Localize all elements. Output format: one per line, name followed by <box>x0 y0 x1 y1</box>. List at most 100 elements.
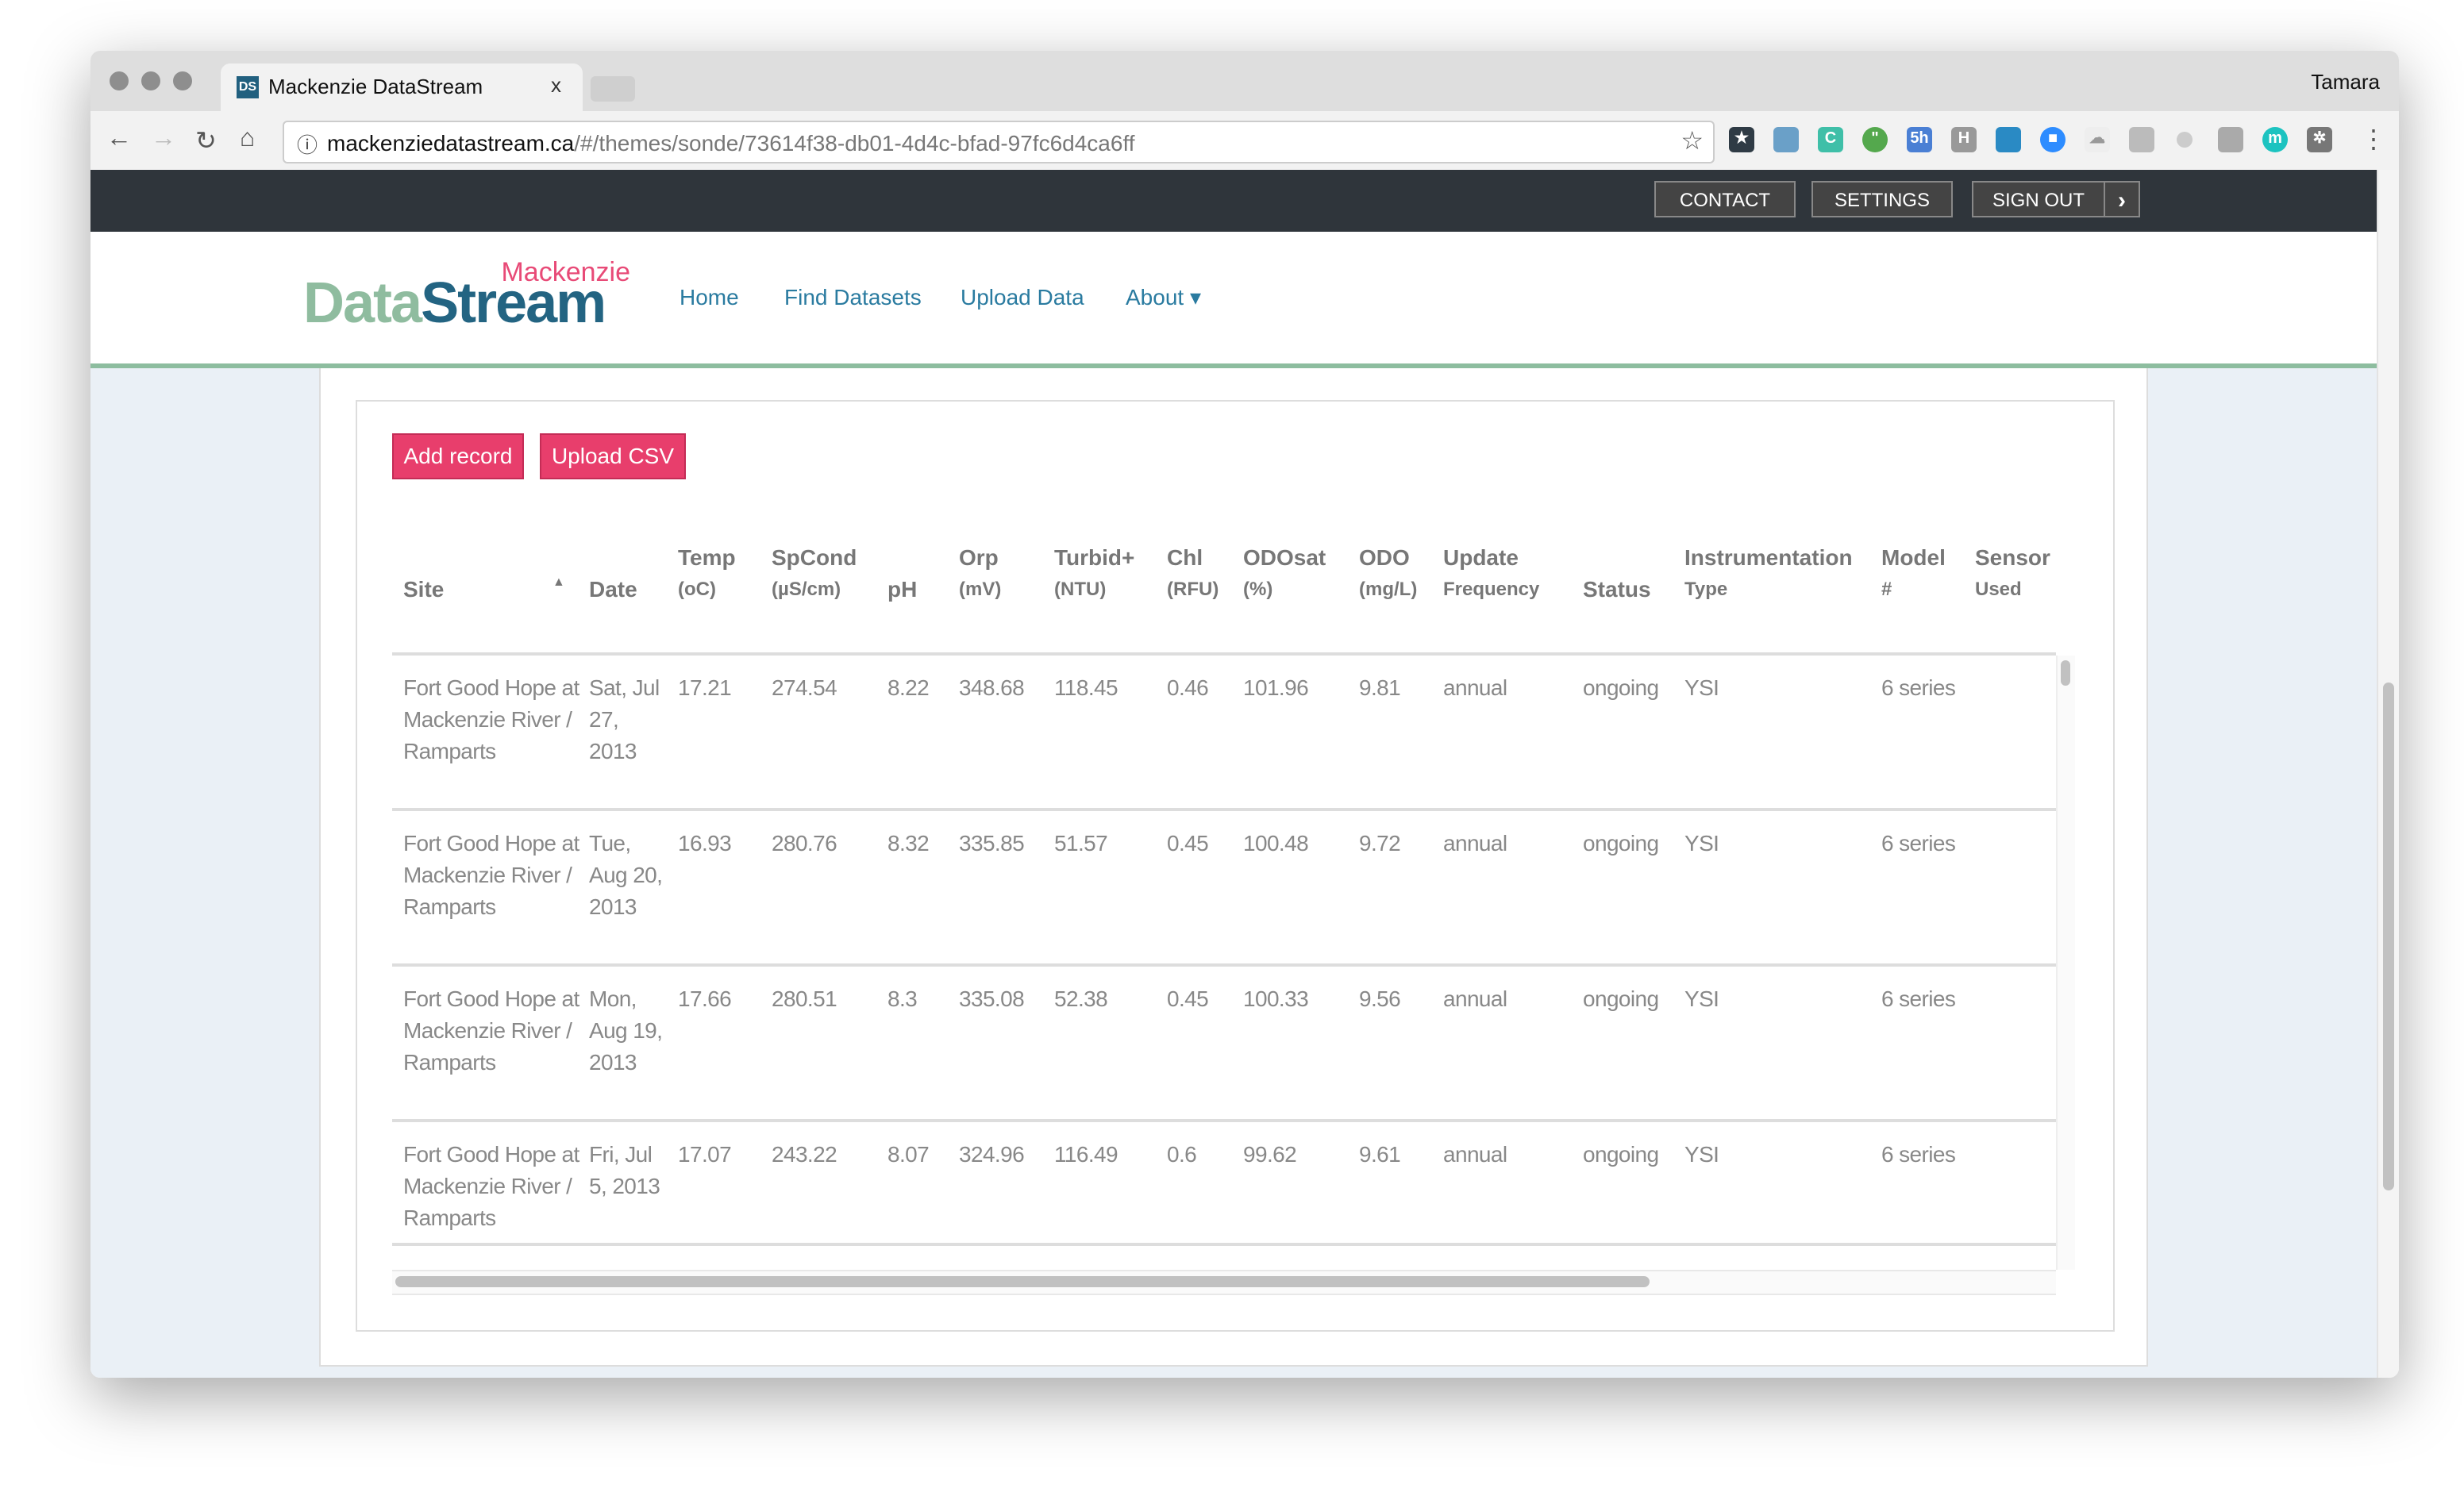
column-header-site[interactable]: Site <box>403 541 444 605</box>
address-bar[interactable]: ⓘ mackenziedatastream.ca/#/themes/sonde/… <box>283 121 1715 163</box>
page-scrollbar[interactable] <box>2377 170 2399 1378</box>
column-header-ph[interactable]: pH <box>887 541 917 605</box>
cell-ph: 8.07 <box>887 1141 930 1167</box>
header-line-1: ODOsat <box>1243 544 1326 570</box>
trello-icon[interactable] <box>1996 127 2021 152</box>
bookmark-star-icon[interactable]: ☆ <box>1681 125 1704 157</box>
cell-type: YSI <box>1684 1262 1878 1270</box>
table-vertical-scrollbar[interactable] <box>2056 656 2075 1270</box>
column-header-mg-l[interactable]: ODO (mg/L) <box>1359 541 1417 605</box>
cell-date: Mon, Aug 19, 2013 <box>589 986 663 1075</box>
table-row[interactable]: Fort Good Hope at Mackenzie River / Ramp… <box>392 1246 2056 1270</box>
header-line-1: Instrumentation <box>1684 544 1853 570</box>
home-icon[interactable]: ⌂ <box>240 125 255 154</box>
column-header-used[interactable]: Sensor Used <box>1975 541 2050 605</box>
cell-oc: 17.07 <box>678 1141 732 1167</box>
cell-type: YSI <box>1684 986 1719 1011</box>
cell-status: ongoing <box>1583 675 1659 700</box>
column-header-[interactable]: ODOsat (%) <box>1243 541 1326 605</box>
table-body: Fort Good Hope at Mackenzie River / Ramp… <box>392 656 2056 1270</box>
datastream-logo[interactable]: Mackenzie DataStream <box>303 257 630 336</box>
profile-name[interactable]: Tamara <box>2311 70 2380 94</box>
column-header-rfu[interactable]: Chl (RFU) <box>1167 541 1219 605</box>
hubspot-icon[interactable]: ✲ <box>2307 127 2332 152</box>
forward-icon[interactable]: → <box>151 125 176 154</box>
column-header-[interactable]: Model # <box>1881 541 1946 605</box>
h-extension-icon[interactable]: H <box>1951 127 1977 152</box>
header-line-1: Orp <box>959 544 999 570</box>
reload-icon[interactable]: ↻ <box>195 125 217 157</box>
zoom-icon[interactable]: ■ <box>2040 127 2066 152</box>
contact-button[interactable]: CONTACT <box>1654 181 1796 217</box>
cell-status: ongoing <box>1583 1141 1659 1167</box>
back-icon[interactable]: ← <box>106 125 132 154</box>
table-row[interactable]: Fort Good Hope at Mackenzie River / Ramp… <box>392 811 2056 967</box>
content-panel: Add record Upload CSV Site Date Temp (oC) S… <box>319 368 2148 1367</box>
column-header-oc[interactable]: Temp (oC) <box>678 541 736 605</box>
cell-ph: 8.32 <box>887 830 930 856</box>
header-line-2: pH <box>887 576 918 602</box>
hangouts-icon[interactable]: " <box>1862 127 1888 152</box>
shield-extension-icon[interactable] <box>2218 127 2243 152</box>
table-horizontal-scrollbar[interactable] <box>392 1270 2056 1295</box>
header-line-1: ODO <box>1359 544 1410 570</box>
nav-home[interactable]: Home <box>680 284 739 310</box>
table-row[interactable]: Fort Good Hope at Mackenzie River / Ramp… <box>392 1122 2056 1246</box>
ghost-icon[interactable]: ☁ <box>2085 127 2110 152</box>
cell-frequency: annual <box>1443 986 1507 1011</box>
browser-tab[interactable]: DS Mackenzie DataStream x <box>221 63 583 111</box>
minimize-window-button[interactable] <box>141 71 160 90</box>
scrollbar-thumb[interactable] <box>2061 660 2070 686</box>
close-window-button[interactable] <box>110 71 129 90</box>
column-header-mv[interactable]: Orp (mV) <box>959 541 1001 605</box>
maximize-window-button[interactable] <box>173 71 192 90</box>
cell-ntu: 55.71 <box>1054 1262 1162 1270</box>
c-extension-icon[interactable]: C <box>1818 127 1843 152</box>
cell-status: ongoing <box>1583 1262 1681 1270</box>
column-header-s-cm[interactable]: SpCond (µS/cm) <box>772 541 857 605</box>
settings-button[interactable]: SETTINGS <box>1811 181 1953 217</box>
scrollbar-thumb[interactable] <box>395 1276 1650 1287</box>
calendar-star-icon[interactable]: ★ <box>1729 127 1754 152</box>
column-header-status[interactable]: Status <box>1583 541 1651 605</box>
m-extension-icon[interactable]: m <box>2262 127 2288 152</box>
info-icon[interactable]: ⓘ <box>297 129 318 159</box>
dot-extension-icon[interactable] <box>2177 132 2193 148</box>
sort-ascending-icon[interactable]: ▲ <box>552 575 565 589</box>
chevron-right-icon[interactable]: › <box>2104 181 2140 217</box>
cell-s-cm: 274.54 <box>772 675 837 700</box>
header-line-2: (oC) <box>678 578 716 600</box>
cell-mg-l: 9.61 <box>1359 1141 1401 1167</box>
browser-toolbar: ← → ↻ ⌂ ⓘ mackenziedatastream.ca/#/theme… <box>90 111 2399 171</box>
nav-about-dropdown[interactable]: About ▾ <box>1126 284 1201 311</box>
cell-site: Fort Good Hope at Mackenzie River / Ramp… <box>403 830 579 919</box>
column-header-ntu[interactable]: Turbid+ (NTU) <box>1054 541 1134 605</box>
cell-ph: 8.22 <box>887 675 930 700</box>
sign-out-button[interactable]: SIGN OUT <box>1972 181 2105 217</box>
table-row[interactable]: Fort Good Hope at Mackenzie River / Ramp… <box>392 967 2056 1122</box>
cell-date: Fri, Jul 5, 2013 <box>589 1141 660 1198</box>
cell-frequency: annual <box>1443 830 1507 856</box>
calendar-5h-icon[interactable]: 5h <box>1907 127 1932 152</box>
tab-close-icon[interactable]: x <box>551 73 561 97</box>
url-text: mackenziedatastream.ca/#/themes/sonde/73… <box>327 130 1135 156</box>
table-row[interactable]: Fort Good Hope at Mackenzie River / Ramp… <box>392 656 2056 811</box>
cell-ntu: 116.49 <box>1054 1141 1118 1167</box>
cell-mv: 348.68 <box>959 675 1025 700</box>
new-tab-button[interactable] <box>591 76 635 102</box>
header-line-2: (RFU) <box>1167 578 1219 600</box>
column-header-frequency[interactable]: Update Frequency <box>1443 541 1539 605</box>
image-extension-icon[interactable] <box>2129 127 2154 152</box>
upload-csv-button[interactable]: Upload CSV <box>540 433 686 479</box>
nav-find-datasets[interactable]: Find Datasets <box>784 284 922 310</box>
cell-site: Fort Good Hope at Mackenzie River / Ramp… <box>403 986 579 1075</box>
cell-mg-l: 9.72 <box>1359 830 1401 856</box>
menu-icon[interactable]: ⋮ <box>2361 124 2386 156</box>
cell-date: Tue, Aug 20, 2013 <box>589 830 663 919</box>
nav-upload-data[interactable]: Upload Data <box>961 284 1084 310</box>
page-scrollbar-thumb[interactable] <box>2383 683 2394 1190</box>
column-header-type[interactable]: Instrumentation Type <box>1684 541 1853 605</box>
add-record-button[interactable]: Add record <box>392 433 524 479</box>
column-header-date[interactable]: Date <box>589 541 637 605</box>
screenshot-icon[interactable] <box>1773 127 1799 152</box>
